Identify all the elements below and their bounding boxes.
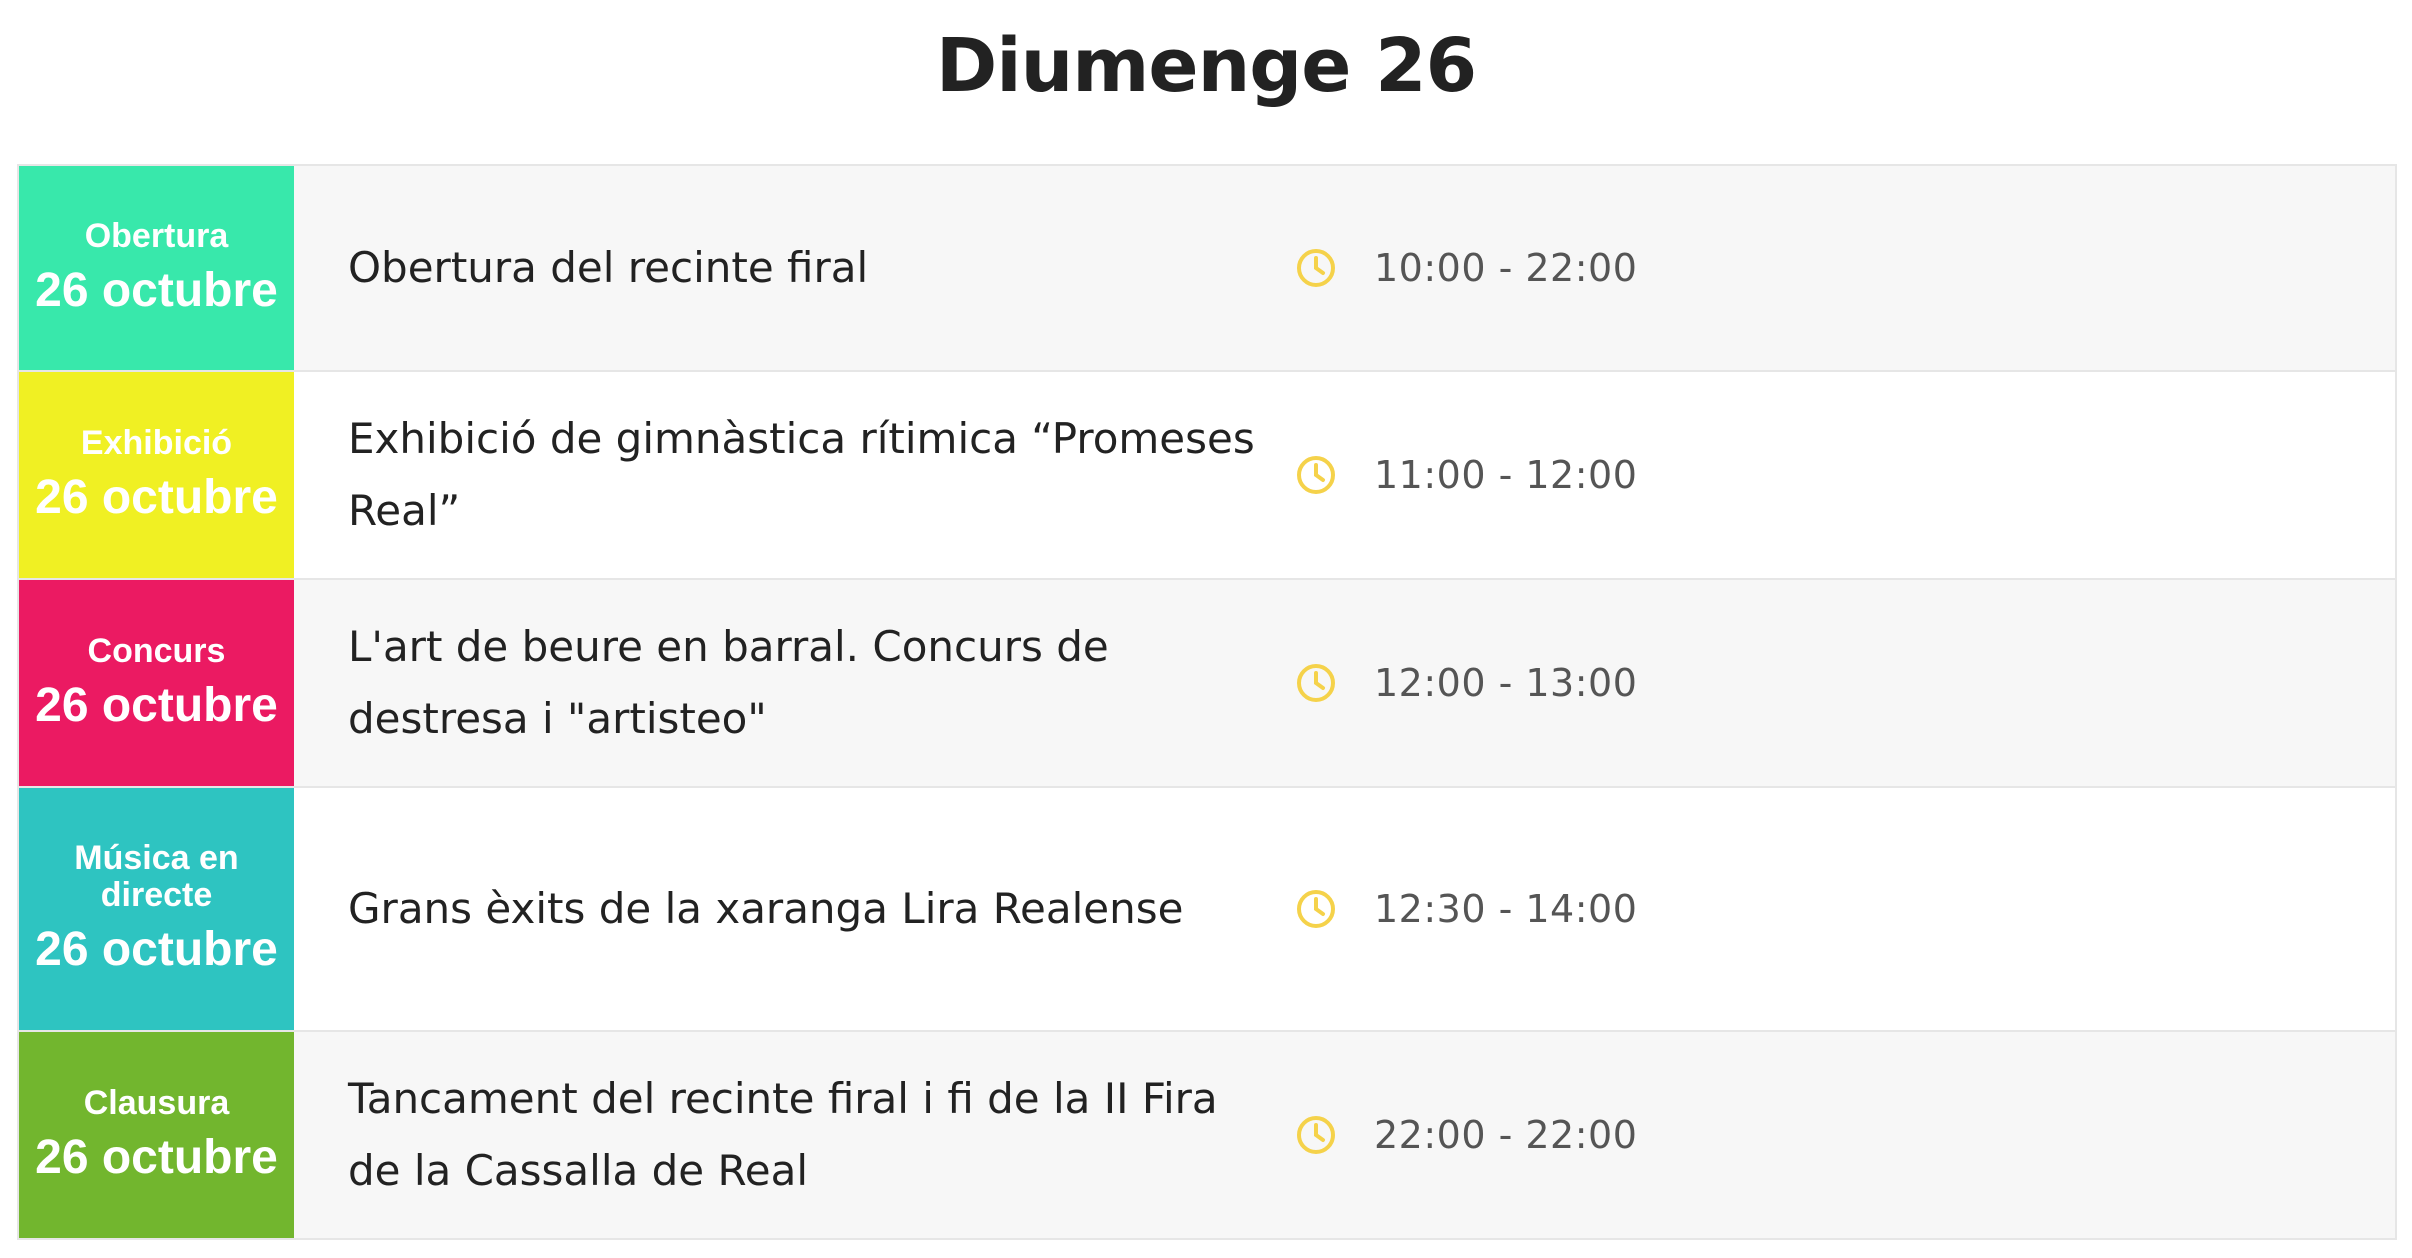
event-category-label: Obertura <box>84 216 229 255</box>
event-row-clausura: Clausura 26 octubre Tancament del recint… <box>19 1032 2395 1238</box>
clock-icon <box>1294 661 1338 705</box>
event-category-label: Clausura <box>83 1083 230 1122</box>
event-row-musica: Música en directe 26 octubre Grans èxits… <box>19 788 2395 1032</box>
event-time-text: 12:30 - 14:00 <box>1374 887 1638 931</box>
event-time: 22:00 - 22:00 <box>1294 1032 2395 1238</box>
event-title: Exhibició de gimnàstica rítimica “Promes… <box>348 414 1255 535</box>
event-date: 26 octubre <box>35 263 278 317</box>
event-time: 11:00 - 12:00 <box>1294 372 2395 578</box>
event-category-label: Concurs <box>87 631 226 670</box>
event-title: Obertura del recinte firal <box>348 243 869 292</box>
clock-icon <box>1294 246 1338 290</box>
event-time: 12:30 - 14:00 <box>1294 788 2395 1030</box>
event-time-text: 22:00 - 22:00 <box>1374 1113 1638 1157</box>
event-row-obertura: Obertura 26 octubre Obertura del recinte… <box>19 166 2395 372</box>
event-category-badge: Obertura 26 octubre <box>19 166 294 370</box>
event-date: 26 octubre <box>35 1130 278 1184</box>
event-date: 26 octubre <box>35 678 278 732</box>
schedule-page: Diumenge 26 Obertura 26 octubre Obertura… <box>0 0 2412 1258</box>
event-time: 10:00 - 22:00 <box>1294 166 2395 370</box>
event-schedule-list: Obertura 26 octubre Obertura del recinte… <box>17 164 2397 1240</box>
event-category-badge: Clausura 26 octubre <box>19 1032 294 1238</box>
event-category-label: Música en directe <box>74 839 239 914</box>
event-row-concurs: Concurs 26 octubre L'art de beure en bar… <box>19 580 2395 788</box>
clock-icon <box>1294 887 1338 931</box>
event-category-badge: Exhibició 26 octubre <box>19 372 294 578</box>
event-time-text: 12:00 - 13:00 <box>1374 661 1638 705</box>
page-title: Diumenge 26 <box>935 23 1477 109</box>
clock-icon <box>1294 453 1338 497</box>
event-category-badge: Música en directe 26 octubre <box>19 788 294 1030</box>
event-time-text: 10:00 - 22:00 <box>1374 246 1638 290</box>
event-date: 26 octubre <box>35 923 278 976</box>
event-category-badge: Concurs 26 octubre <box>19 580 294 786</box>
event-category-label: Exhibició <box>80 423 233 462</box>
event-row-exhibicio: Exhibició 26 octubre Exhibició de gimnàs… <box>19 372 2395 580</box>
event-time: 12:00 - 13:00 <box>1294 580 2395 786</box>
event-title: Grans èxits de la xaranga Lira Realense <box>348 884 1184 933</box>
event-title: L'art de beure en barral. Concurs de des… <box>348 622 1109 743</box>
clock-icon <box>1294 1113 1338 1157</box>
event-title: Tancament del recinte firal i fi de la I… <box>348 1074 1218 1195</box>
event-time-text: 11:00 - 12:00 <box>1374 453 1638 497</box>
event-date: 26 octubre <box>35 470 278 524</box>
